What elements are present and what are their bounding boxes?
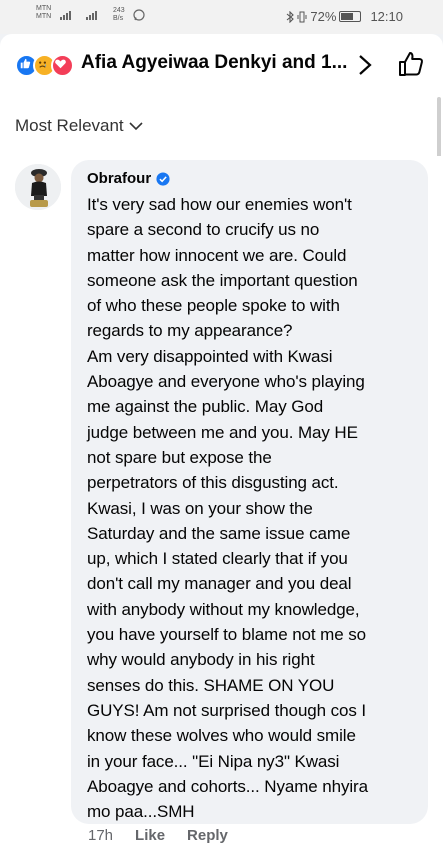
comment-time: 17h: [88, 827, 114, 844]
whatsapp-icon: [133, 9, 145, 21]
comments-list: Obrafour It's very sad how our enemies w…: [0, 156, 443, 850]
comment-line: don't call my manager and you deal: [87, 574, 352, 594]
data-speed-unit: B/s: [113, 15, 124, 22]
data-speed: 243 B/s: [113, 7, 125, 23]
comment-line: Saturday and the same issue came: [87, 523, 351, 543]
like-link[interactable]: Like: [135, 827, 165, 844]
battery-icon: [339, 11, 362, 22]
comment-line: know these wolves who would smile: [87, 726, 356, 746]
comment-line: senses do this. SHAME ON YOU: [87, 675, 335, 695]
author-name[interactable]: Obrafour: [87, 170, 151, 187]
comment-line: Am very disappointed with Kwasi: [87, 346, 333, 366]
avatar[interactable]: [15, 164, 61, 210]
comment-line: you have yourself to blame not me so: [87, 625, 366, 645]
signal-icon: [60, 11, 97, 20]
comment-line: not spare but expose the: [87, 447, 272, 467]
sort-label: Most Relevant: [15, 116, 124, 135]
reactions-header: Afia Agyeiwaa Denkyi and 1...: [0, 34, 443, 94]
comment-line: with anybody without my knowledge,: [87, 599, 360, 619]
comment-line: why would anybody in his right: [87, 650, 315, 670]
carrier-top: MTN: [36, 5, 52, 12]
comment-line: regards to my appearance?: [87, 321, 293, 341]
reaction-icons[interactable]: [15, 54, 75, 77]
verified-badge-icon: [156, 171, 170, 186]
comment-line: of who these people spoke to with: [87, 296, 340, 316]
status-right: 72% 12:10: [286, 9, 403, 24]
like-outline-icon[interactable]: [397, 50, 425, 78]
clock: 12:10: [370, 9, 403, 24]
chevron-down-icon: [129, 122, 143, 131]
data-speed-value: 243: [113, 7, 125, 14]
bluetooth-icon: [287, 10, 295, 23]
comment-line: Kwasi, I was on your show the: [87, 498, 313, 518]
battery-percent: 72%: [310, 9, 337, 24]
comment-line: perpetrators of this disgusting act.: [87, 473, 339, 493]
comment-line: in your face... "Ei Nipa ny3" Kwasi: [87, 751, 340, 771]
comment-line: mo paa...SMH: [87, 802, 195, 822]
carrier-bottom: MTN: [36, 13, 52, 20]
comment-line: judge between me and you. May HE: [87, 422, 358, 442]
comment-line: It's very sad how our enemies won't: [87, 195, 352, 214]
status-bar: MTN MTN 243 B/s 72% 12:10: [0, 0, 443, 34]
reply-link[interactable]: Reply: [187, 827, 228, 844]
comment-line: Aboagye and cohorts... Nyame nhyira: [87, 776, 368, 796]
sort-bar: Most Relevant: [0, 94, 443, 156]
chevron-right-icon[interactable]: [357, 54, 373, 76]
reactions-title[interactable]: Afia Agyeiwaa Denkyi and 1...: [81, 52, 347, 74]
comment-line: someone ask the important question: [87, 270, 358, 290]
comment-line: matter how innocent we are. Could: [87, 245, 347, 265]
comment-line: spare a second to crucify us no: [87, 220, 320, 240]
avatar-image: [15, 164, 61, 210]
comment-bubble[interactable]: Obrafour It's very sad how our enemies w…: [71, 160, 428, 824]
love-icon: [51, 54, 74, 77]
comment-text: It's very sad how our enemies won't spare…: [87, 192, 419, 824]
comment-author[interactable]: Obrafour: [87, 170, 170, 187]
comment-line: Aboagye and everyone who's playing: [87, 372, 365, 392]
vibrate-icon: [297, 11, 307, 22]
comment-line: me against the public. May God: [87, 397, 324, 417]
comment-line: up, which I stated clearly that if you: [87, 549, 348, 569]
sort-dropdown[interactable]: Most Relevant: [15, 116, 143, 136]
comment-line: GUYS! Am not surprised though cos I: [87, 700, 367, 720]
comment-meta: 17h Like Reply: [88, 827, 228, 844]
carrier-labels: MTN MTN: [36, 5, 51, 21]
